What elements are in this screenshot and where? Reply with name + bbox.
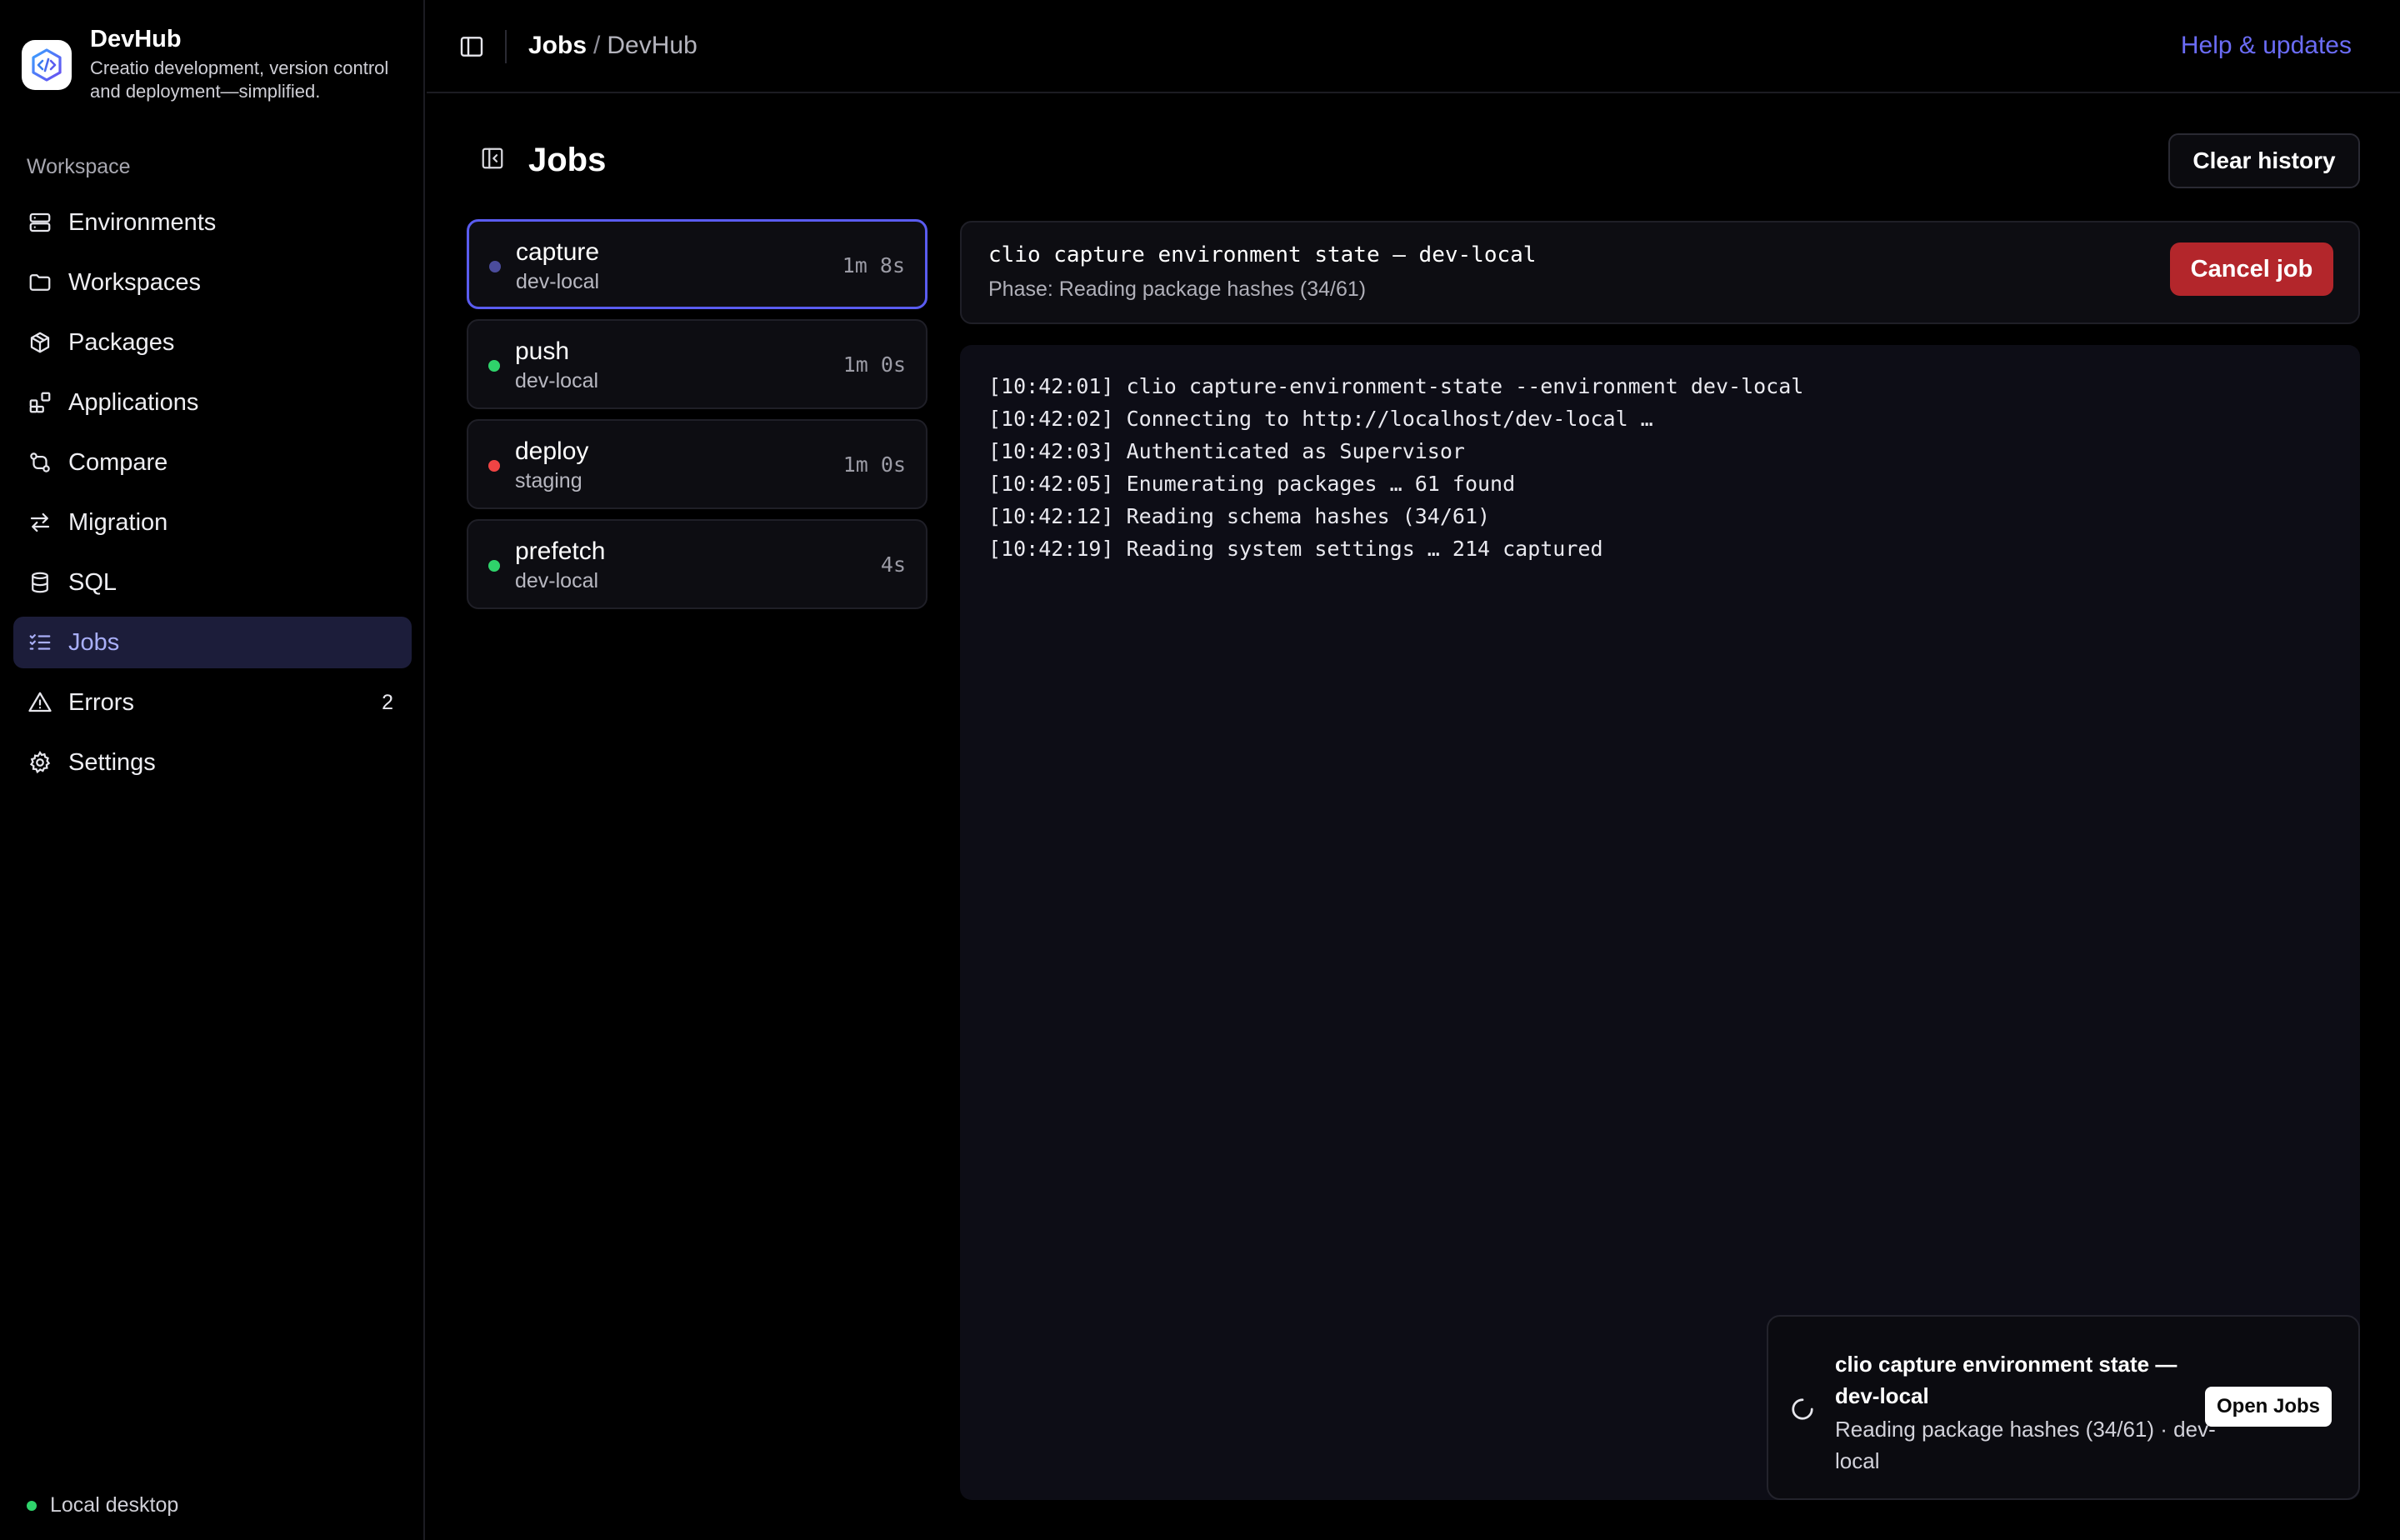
job-duration: 1m 0s bbox=[842, 452, 906, 477]
job-environment: staging bbox=[515, 469, 582, 492]
sidebar-item-label: Jobs bbox=[68, 628, 120, 656]
sidebar-item-label: Migration bbox=[68, 508, 168, 536]
sidebar-item-environments[interactable]: Environments bbox=[13, 197, 412, 248]
connection-status: Local desktop bbox=[27, 1493, 178, 1518]
database-icon bbox=[27, 569, 53, 596]
breadcrumb: Jobs / DevHub bbox=[528, 32, 698, 60]
sidebar-nav: Environments Workspaces Packages Applica… bbox=[13, 197, 412, 797]
folder-icon bbox=[27, 269, 53, 296]
sidebar-item-packages[interactable]: Packages bbox=[13, 317, 412, 368]
job-environment: dev-local bbox=[515, 369, 599, 392]
panel-left-icon bbox=[460, 37, 483, 57]
clear-history-button[interactable]: Clear history bbox=[2168, 133, 2360, 188]
open-jobs-button[interactable]: Open Jobs bbox=[2205, 1387, 2332, 1427]
log-line: [10:42:19] Reading system settings … 214… bbox=[988, 537, 1603, 561]
job-name: push bbox=[515, 338, 570, 365]
job-item-deploy[interactable]: deploy staging 1m 0s bbox=[467, 419, 928, 509]
warning-icon bbox=[27, 689, 53, 716]
sidebar-item-label: Compare bbox=[68, 448, 168, 476]
package-icon bbox=[27, 329, 53, 356]
sidebar-item-applications[interactable]: Applications bbox=[13, 377, 412, 428]
job-name: prefetch bbox=[515, 538, 606, 565]
sidebar-item-label: SQL bbox=[68, 568, 118, 596]
breadcrumb-separator: / bbox=[593, 32, 601, 59]
log-line: [10:42:01] clio capture-environment-stat… bbox=[988, 374, 1804, 398]
sidebar-item-label: Environments bbox=[68, 208, 217, 236]
toast-subtitle: Reading package hashes (34/61) · dev-loc… bbox=[1835, 1417, 2216, 1473]
job-status-dot-icon bbox=[488, 560, 500, 572]
job-environment: dev-local bbox=[515, 569, 599, 592]
sidebar-item-label: Errors bbox=[68, 688, 134, 716]
job-duration: 4s bbox=[880, 552, 906, 577]
sidebar-item-label: Settings bbox=[68, 748, 156, 776]
sidebar-item-migration[interactable]: Migration bbox=[13, 497, 412, 548]
arrows-swap-icon bbox=[27, 509, 53, 536]
errors-count-badge: 2 bbox=[382, 690, 393, 714]
job-item-capture[interactable]: capture dev-local 1m 8s bbox=[467, 219, 928, 309]
job-name: deploy bbox=[515, 438, 589, 465]
breadcrumb-current: Jobs bbox=[528, 32, 588, 59]
app-tagline: Creatio development, version control and… bbox=[90, 58, 389, 102]
page-header: Jobs bbox=[480, 142, 606, 179]
job-progress-toast: clio capture environment state — dev-loc… bbox=[1767, 1315, 2360, 1500]
collapse-panel-button[interactable] bbox=[480, 146, 505, 175]
spinner-icon bbox=[1792, 1398, 1813, 1420]
log-lines: [10:42:01] clio capture-environment-stat… bbox=[988, 370, 1803, 565]
job-list: capture dev-local 1m 8s push dev-local 1… bbox=[467, 219, 928, 619]
sidebar: DevHub Creatio development, version cont… bbox=[0, 0, 425, 1540]
log-line: [10:42:03] Authenticated as Supervisor bbox=[988, 439, 1465, 463]
sidebar-item-label: Packages bbox=[68, 328, 175, 356]
topbar: Jobs / DevHub Help & updates bbox=[427, 0, 2400, 93]
connection-status-label: Local desktop bbox=[50, 1493, 179, 1517]
sidebar-item-workspaces[interactable]: Workspaces bbox=[13, 257, 412, 308]
job-name: capture bbox=[516, 238, 600, 266]
page-title: Jobs bbox=[528, 142, 607, 178]
brand: DevHub Creatio development, version cont… bbox=[22, 25, 407, 103]
job-item-prefetch[interactable]: prefetch dev-local 4s bbox=[467, 519, 928, 609]
log-line: [10:42:12] Reading schema hashes (34/61) bbox=[988, 504, 1491, 528]
job-duration: 1m 0s bbox=[842, 352, 906, 377]
sidebar-item-label: Workspaces bbox=[68, 268, 202, 296]
log-line: [10:42:02] Connecting to http://localhos… bbox=[988, 407, 1653, 431]
sidebar-toggle-button[interactable] bbox=[457, 32, 487, 62]
compare-icon bbox=[27, 449, 53, 476]
sidebar-item-jobs[interactable]: Jobs bbox=[13, 617, 412, 668]
job-environment: dev-local bbox=[516, 270, 600, 293]
job-status-dot-icon bbox=[489, 261, 501, 272]
panel-collapse-icon bbox=[482, 148, 503, 169]
job-detail-title: clio capture environment state — dev-loc… bbox=[988, 242, 1537, 268]
sidebar-item-errors[interactable]: Errors 2 bbox=[13, 677, 412, 728]
gear-icon bbox=[27, 749, 53, 776]
server-icon bbox=[27, 209, 53, 236]
job-item-push[interactable]: push dev-local 1m 0s bbox=[467, 319, 928, 409]
sidebar-item-compare[interactable]: Compare bbox=[13, 437, 412, 488]
sidebar-item-label: Applications bbox=[68, 388, 199, 416]
sidebar-item-settings[interactable]: Settings bbox=[13, 737, 412, 788]
job-status-dot-icon bbox=[488, 460, 500, 472]
status-dot-icon bbox=[27, 1500, 37, 1511]
topbar-divider bbox=[505, 30, 507, 63]
job-status-dot-icon bbox=[488, 360, 500, 372]
list-checks-icon bbox=[27, 629, 53, 656]
apps-icon bbox=[27, 389, 53, 416]
log-line: [10:42:05] Enumerating packages … 61 fou… bbox=[988, 472, 1516, 496]
job-detail-header: clio capture environment state — dev-loc… bbox=[960, 221, 2360, 324]
devhub-logo-icon bbox=[22, 40, 72, 90]
help-updates-link[interactable]: Help & updates bbox=[2181, 32, 2352, 60]
sidebar-section-label: Workspace bbox=[27, 155, 131, 178]
job-duration: 1m 8s bbox=[842, 253, 905, 278]
breadcrumb-parent[interactable]: DevHub bbox=[607, 32, 697, 59]
toast-title: clio capture environment state — dev-loc… bbox=[1835, 1352, 2178, 1408]
job-phase: Phase: Reading package hashes (34/61) bbox=[988, 278, 1367, 301]
cancel-job-button[interactable]: Cancel job bbox=[2170, 242, 2333, 296]
app-name: DevHub bbox=[90, 26, 182, 52]
sidebar-item-sql[interactable]: SQL bbox=[13, 557, 412, 608]
